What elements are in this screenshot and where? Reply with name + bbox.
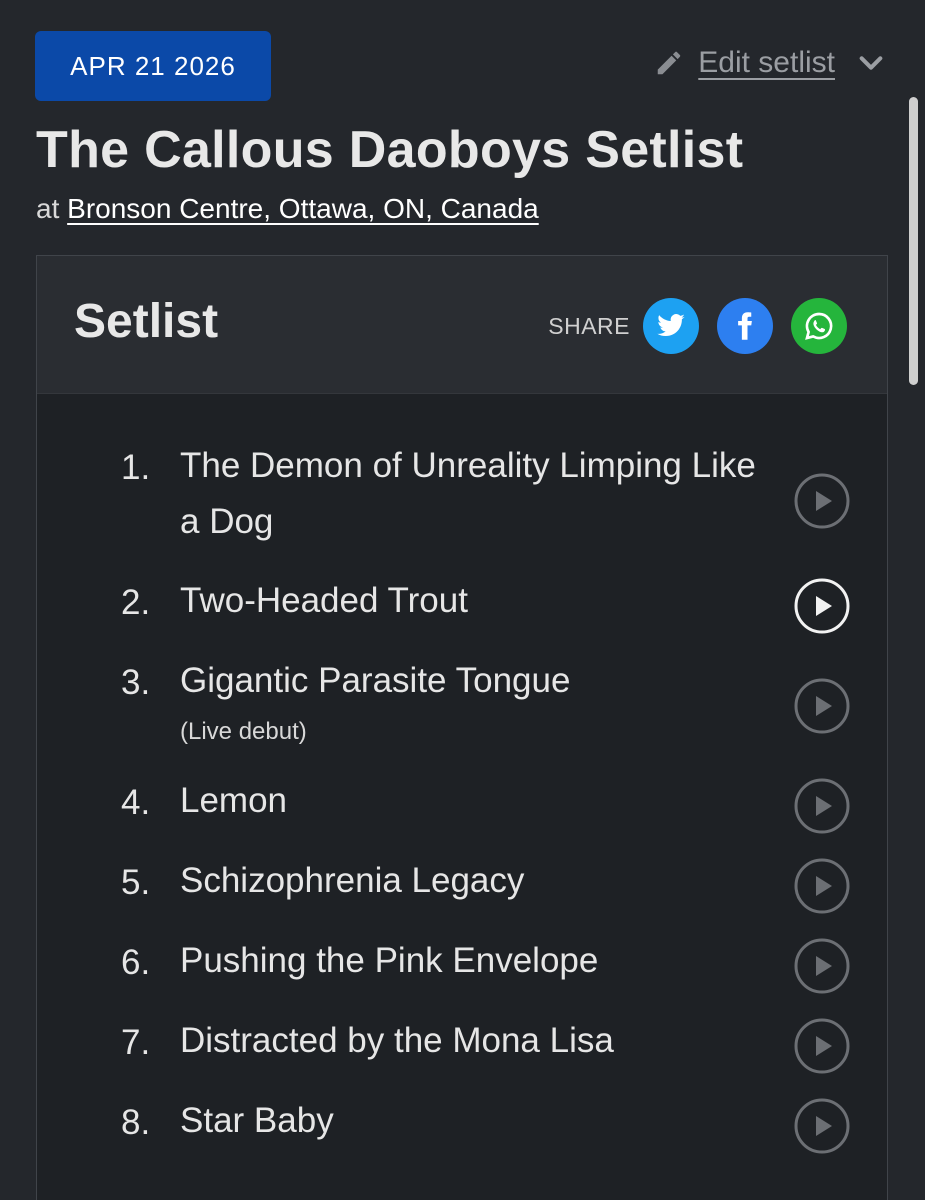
- play-icon[interactable]: [794, 858, 850, 914]
- venue-line: at Bronson Centre, Ottawa, ON, Canada: [36, 193, 539, 225]
- song-title[interactable]: Pushing the Pink Envelope: [180, 933, 780, 989]
- share-bar: SHARE: [548, 298, 847, 354]
- scrollbar[interactable]: [909, 97, 918, 385]
- play-icon[interactable]: [794, 473, 850, 529]
- song-number: 3.: [121, 663, 151, 702]
- play-icon[interactable]: [794, 778, 850, 834]
- whatsapp-icon: [805, 312, 833, 340]
- song-number: 4.: [121, 783, 151, 822]
- edit-setlist-control[interactable]: Edit setlist: [654, 46, 887, 80]
- date-badge: APR 21 2026: [35, 31, 271, 101]
- page-title: The Callous Daoboys Setlist: [36, 121, 744, 179]
- chevron-down-icon[interactable]: [855, 47, 887, 79]
- page: APR 21 2026 Edit setlist The Callous Dao…: [0, 0, 925, 1200]
- venue-link[interactable]: Bronson Centre, Ottawa, ON, Canada: [67, 193, 539, 224]
- share-label: SHARE: [548, 312, 630, 339]
- play-icon[interactable]: [794, 938, 850, 994]
- play-icon[interactable]: [794, 578, 850, 634]
- play-icon[interactable]: [794, 678, 850, 734]
- song-number: 6.: [121, 943, 151, 982]
- venue-prefix: at: [36, 193, 60, 224]
- song-title[interactable]: The Demon of Unreality Limping Like a Do…: [180, 438, 780, 550]
- setlist-card: Setlist SHARE 1. The Demon of Unreality …: [36, 255, 888, 1200]
- setlist-card-header: Setlist SHARE: [37, 256, 887, 394]
- song-note: (Live debut): [180, 718, 307, 745]
- song-number: 7.: [121, 1023, 151, 1062]
- pencil-icon: [658, 51, 681, 75]
- play-icon[interactable]: [794, 1098, 850, 1154]
- song-title[interactable]: Two-Headed Trout: [180, 573, 780, 629]
- song-number: 1.: [121, 448, 151, 487]
- song-title[interactable]: Gigantic Parasite Tongue: [180, 653, 780, 709]
- song-title[interactable]: Distracted by the Mona Lisa: [180, 1013, 780, 1069]
- song-number: 2.: [121, 583, 151, 622]
- facebook-icon: [738, 312, 752, 340]
- song-number: 8.: [121, 1103, 151, 1142]
- whatsapp-share-button[interactable]: [791, 298, 847, 354]
- song-title[interactable]: Star Baby: [180, 1093, 780, 1149]
- song-title[interactable]: Lemon: [180, 773, 780, 829]
- song-number: 5.: [121, 863, 151, 902]
- twitter-icon: [657, 314, 685, 337]
- facebook-share-button[interactable]: [717, 298, 773, 354]
- setlist-heading: Setlist: [74, 295, 219, 348]
- edit-setlist-link[interactable]: Edit setlist: [698, 46, 835, 80]
- play-icon[interactable]: [794, 1018, 850, 1074]
- song-title[interactable]: Schizophrenia Legacy: [180, 853, 780, 909]
- twitter-share-button[interactable]: [643, 298, 699, 354]
